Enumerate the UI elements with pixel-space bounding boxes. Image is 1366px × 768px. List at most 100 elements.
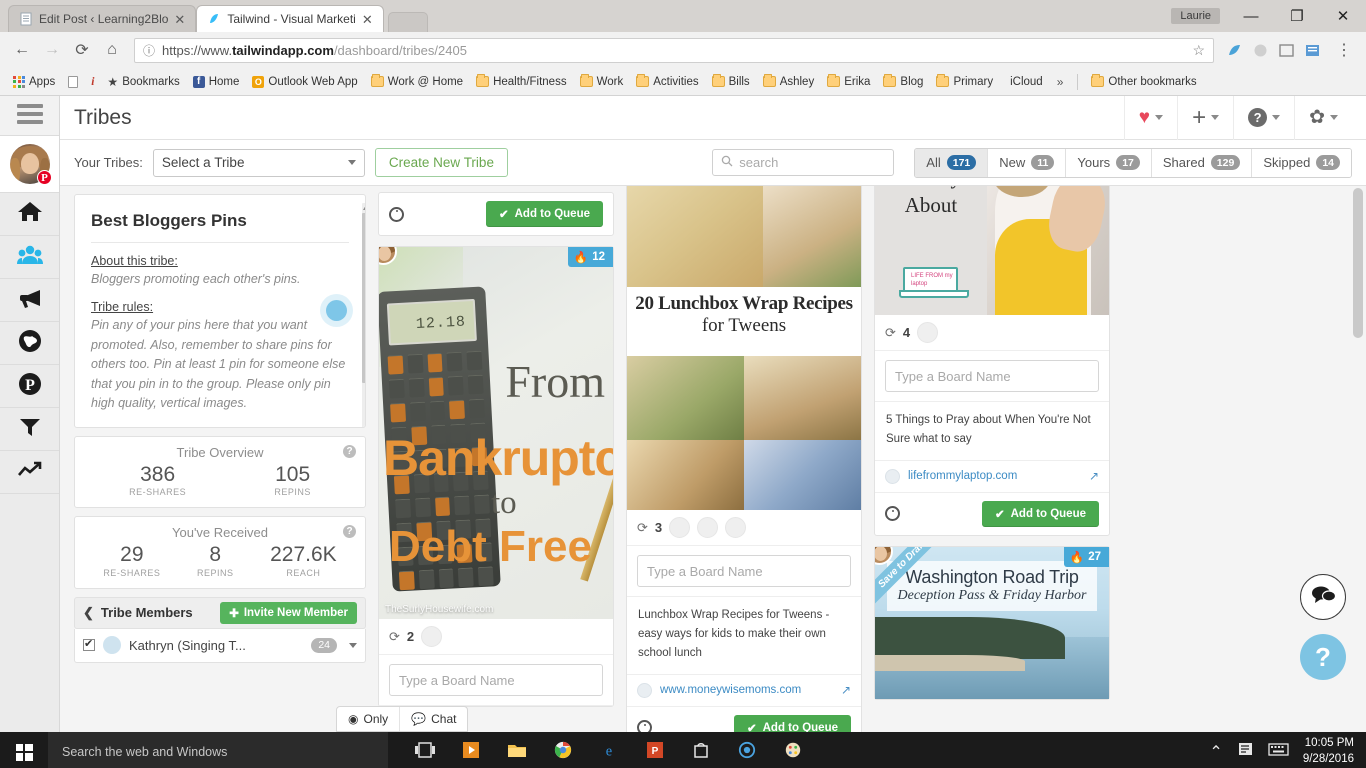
bookmark-erika[interactable]: Erika — [822, 74, 875, 90]
keyboard-icon[interactable] — [1268, 742, 1289, 762]
board-scrollbar[interactable] — [1353, 188, 1363, 658]
add-to-queue-button[interactable]: ✔ Add to Queue — [733, 714, 851, 732]
address-bar[interactable]: ⓘ https://www.tailwindapp.com/dashboard/… — [134, 37, 1214, 63]
board-name-input[interactable]: Type a Board Name — [637, 555, 851, 587]
list-item[interactable]: Kathryn (Singing T... 24 — [74, 628, 366, 663]
paint-button[interactable] — [772, 732, 814, 768]
powerpoint-button[interactable]: P — [634, 732, 676, 768]
only-button[interactable]: ◉ Only — [337, 707, 401, 731]
help-fab[interactable]: ? — [1300, 634, 1346, 680]
minimize-button[interactable]: — — [1228, 1, 1274, 31]
back-icon[interactable]: ← — [8, 36, 36, 64]
tribe-select[interactable]: Select a Tribe — [152, 148, 365, 177]
user-chip[interactable]: Laurie — [1171, 8, 1220, 24]
invite-new-member-button[interactable]: ✚ Invite New Member — [220, 601, 357, 624]
search-input[interactable]: search — [712, 149, 895, 176]
external-link-icon[interactable]: ↗ — [1089, 469, 1099, 483]
pin-source[interactable]: www.moneywisemoms.com ↗ — [627, 675, 861, 707]
clock-icon[interactable] — [389, 206, 404, 222]
pin-card-bankruptcy[interactable]: 🔥 12 12.18 From Bankruptc to Debt Free T… — [378, 246, 614, 707]
bookmark-home[interactable]: f Home — [188, 74, 245, 90]
tailwind-extension-icon[interactable] — [1226, 42, 1243, 59]
bookmark-blog[interactable]: Blog — [878, 74, 928, 90]
bookmarks-overflow-icon[interactable]: » — [1051, 75, 1070, 89]
bookmark-apps[interactable]: Apps — [8, 74, 60, 90]
sidebar-item-filter[interactable] — [0, 408, 59, 451]
bookmark-bookmarks[interactable]: ★ Bookmarks — [102, 73, 184, 91]
sidebar-item-menu-toggle[interactable] — [0, 96, 59, 136]
bookmark-primary[interactable]: Primary — [931, 74, 998, 90]
sidebar-item-profile[interactable]: P — [0, 136, 59, 193]
bookmark-page[interactable] — [63, 74, 83, 90]
settings-button[interactable]: ✿ — [1294, 96, 1352, 140]
notes-icon[interactable] — [1237, 741, 1254, 763]
bookmark-other[interactable]: Other bookmarks — [1086, 74, 1201, 90]
pin-image[interactable]: to Pray About LIFE FROM my laptop — [875, 186, 1109, 315]
pin-card-pray[interactable]: to Pray About LIFE FROM my laptop ⟳ 4 — [874, 186, 1110, 536]
source-link[interactable]: www.moneywisemoms.com — [660, 684, 801, 696]
close-icon[interactable]: ✕ — [362, 13, 373, 26]
add-to-queue-button[interactable]: ✔ Add to Queue — [485, 201, 603, 227]
screenshot-extension-icon[interactable] — [1278, 42, 1295, 59]
pin-image[interactable]: 20 Lunchbox Wrap Recipes for Tweens — [627, 186, 861, 510]
close-window-button[interactable]: ✕ — [1320, 1, 1366, 31]
browser-tab-1[interactable]: Edit Post ‹ Learning2Blo ✕ — [8, 5, 197, 32]
reader-extension-icon[interactable] — [1304, 42, 1321, 59]
edge-button[interactable]: e — [588, 732, 630, 768]
chevron-down-icon[interactable] — [349, 642, 357, 648]
sidebar-item-tribes[interactable] — [0, 236, 59, 279]
file-explorer-button[interactable] — [496, 732, 538, 768]
cortana-search-input[interactable]: Search the web and Windows — [48, 732, 388, 768]
sidebar-item-home[interactable] — [0, 193, 59, 236]
external-link-icon[interactable]: ↗ — [841, 683, 851, 697]
maximize-button[interactable]: ❐ — [1274, 1, 1320, 31]
board-name-input[interactable]: Type a Board Name — [885, 360, 1099, 392]
clock-icon[interactable] — [885, 506, 900, 522]
pin-source[interactable]: lifefrommylaptop.com ↗ — [875, 461, 1109, 493]
tab-shared[interactable]: Shared 129 — [1151, 148, 1253, 177]
tab-new[interactable]: New 11 — [988, 148, 1067, 177]
pin-image[interactable]: 🔥 12 12.18 From Bankruptc to Debt Free T… — [379, 247, 613, 619]
create-new-tribe-button[interactable]: Create New Tribe — [374, 148, 508, 177]
home-icon[interactable]: ⌂ — [98, 36, 126, 64]
bookmark-activities[interactable]: Activities — [631, 74, 703, 90]
close-icon[interactable]: ✕ — [174, 13, 185, 26]
pin-image[interactable]: Save to Draft 🔥 27 Washington Road Trip … — [875, 546, 1109, 699]
bookmark-outlook[interactable]: O Outlook Web App — [247, 74, 362, 90]
clock-icon[interactable] — [637, 720, 652, 732]
bookmark-bills[interactable]: Bills — [707, 74, 755, 90]
sidebar-item-pinterest[interactable]: P — [0, 365, 59, 408]
browser-tab-2[interactable]: Tailwind - Visual Marketi ✕ — [196, 5, 384, 32]
add-to-queue-button[interactable]: ✔ Add to Queue — [981, 500, 1099, 527]
page-info-icon[interactable]: ⓘ — [143, 42, 155, 59]
chat-button[interactable]: 💬 Chat — [400, 707, 467, 731]
bookmark-work[interactable]: Work — [575, 74, 629, 90]
sidebar-item-discover[interactable] — [0, 322, 59, 365]
chrome-menu-icon[interactable]: ⋮ — [1330, 36, 1358, 64]
bookmark-icloud[interactable]: iCloud — [1001, 74, 1048, 90]
favorites-button[interactable]: ♥ — [1123, 96, 1177, 140]
member-checkbox[interactable] — [83, 637, 95, 652]
tab-skipped[interactable]: Skipped 14 — [1252, 148, 1351, 177]
chevron-up-icon[interactable]: ⌃ — [1209, 742, 1222, 762]
sidebar-item-analytics[interactable] — [0, 451, 59, 494]
task-view-button[interactable] — [404, 732, 446, 768]
forward-icon[interactable]: → — [38, 36, 66, 64]
bookmark-info[interactable]: i — [86, 74, 99, 90]
tab-all[interactable]: All 171 — [915, 148, 989, 177]
help-button[interactable]: ? — [1233, 96, 1294, 140]
new-tab-button[interactable] — [387, 12, 428, 32]
reload-icon[interactable]: ⟳ — [68, 36, 96, 64]
pin-card-washington[interactable]: Save to Draft 🔥 27 Washington Road Trip … — [874, 545, 1110, 700]
movies-tv-button[interactable] — [450, 732, 492, 768]
sidebar-item-promote[interactable] — [0, 279, 59, 322]
bookmark-star-icon[interactable]: ☆ — [1192, 42, 1205, 59]
clock[interactable]: 10:05 PM 9/28/2016 — [1303, 736, 1354, 767]
create-button[interactable]: + — [1177, 96, 1233, 140]
tab-yours[interactable]: Yours 17 — [1066, 148, 1152, 177]
chrome-button[interactable] — [542, 732, 584, 768]
chevron-left-icon[interactable]: ❮ — [83, 605, 94, 621]
extension-icon[interactable] — [1252, 42, 1269, 59]
pin-card-lunchbox[interactable]: 20 Lunchbox Wrap Recipes for Tweens ⟳ 3 — [626, 186, 862, 732]
source-link[interactable]: lifefrommylaptop.com — [908, 470, 1017, 482]
